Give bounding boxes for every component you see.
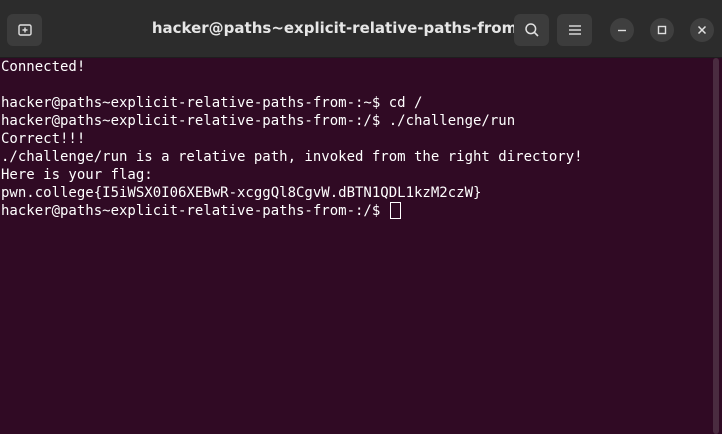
terminal-prompt-line[interactable]: hacker@paths~explicit-relative-paths-fro… — [1, 202, 710, 220]
terminal-line: hacker@paths~explicit-relative-paths-fro… — [1, 95, 423, 111]
terminal-line: hacker@paths~explicit-relative-paths-fro… — [1, 113, 516, 129]
search-icon — [524, 23, 539, 37]
title-bar: hacker@paths~explicit-relative-paths-fro… — [0, 0, 722, 58]
scrollbar[interactable] — [711, 58, 722, 434]
terminal-prompt: hacker@paths~explicit-relative-paths-fro… — [1, 203, 389, 219]
close-icon — [697, 25, 707, 35]
maximize-button[interactable] — [650, 18, 674, 42]
window-title: hacker@paths~explicit-relative-paths-fro… — [151, 19, 541, 37]
close-button[interactable] — [690, 18, 714, 42]
minimize-icon — [618, 29, 626, 32]
menu-button[interactable] — [557, 14, 592, 46]
terminal-window: hacker@paths~explicit-relative-paths-fro… — [0, 0, 722, 434]
hamburger-menu-icon — [568, 25, 581, 35]
new-tab-icon — [17, 24, 32, 36]
terminal-cursor — [389, 202, 401, 219]
terminal-line: Here is your flag: — [1, 167, 153, 183]
terminal-line: pwn.college{I5iWSX0I06XEBwR-xcggQl8CgvW.… — [1, 185, 482, 201]
terminal-line: ./challenge/run is a relative path, invo… — [1, 149, 583, 165]
terminal-line: Correct!!! — [1, 131, 86, 147]
minimize-button[interactable] — [610, 18, 634, 42]
scrollbar-thumb[interactable] — [713, 58, 719, 434]
maximize-icon — [657, 25, 667, 35]
search-button[interactable] — [514, 14, 549, 46]
terminal-line: Connected! — [1, 59, 86, 75]
new-tab-button[interactable] — [7, 14, 42, 46]
terminal-output[interactable]: Connected! hacker@paths~explicit-relativ… — [0, 58, 710, 434]
